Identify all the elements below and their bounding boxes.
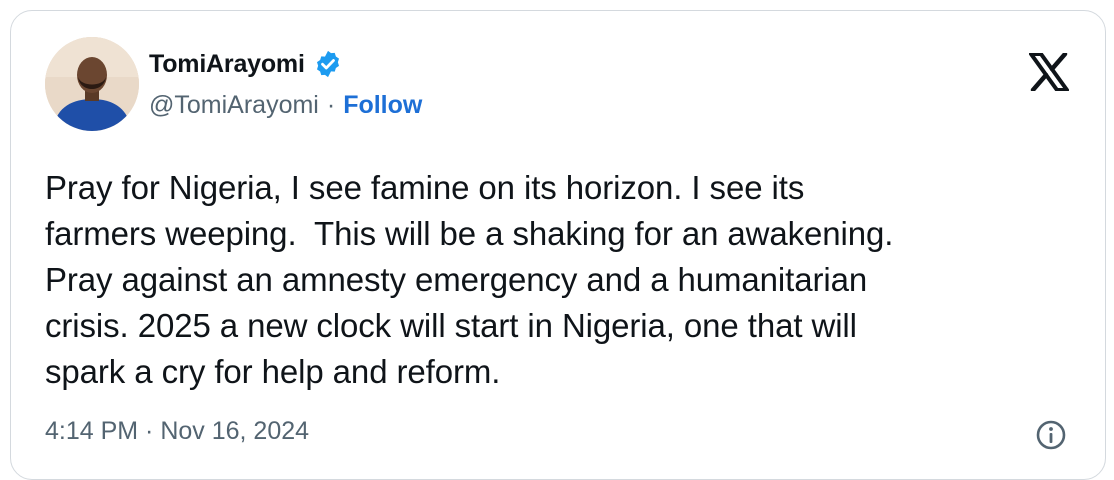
- avatar[interactable]: [45, 37, 139, 131]
- info-icon[interactable]: [1035, 419, 1067, 451]
- handle[interactable]: @TomiArayomi: [149, 91, 319, 120]
- handle-row: @TomiArayomi · Follow: [149, 91, 422, 120]
- timestamp-link[interactable]: 4:14 PM · Nov 16, 2024: [45, 417, 309, 446]
- tweet-card: TomiArayomi @TomiArayomi · Follow Pray f…: [10, 10, 1106, 480]
- name-row: TomiArayomi: [149, 49, 343, 79]
- tweet-text: Pray for Nigeria, I see famine on its ho…: [45, 169, 894, 390]
- avatar-image: [45, 37, 139, 131]
- follow-button[interactable]: Follow: [343, 91, 422, 120]
- x-logo-icon[interactable]: [1029, 51, 1069, 93]
- display-name[interactable]: TomiArayomi: [149, 50, 305, 79]
- verified-badge-icon: [313, 49, 343, 79]
- separator-dot: ·: [326, 91, 336, 119]
